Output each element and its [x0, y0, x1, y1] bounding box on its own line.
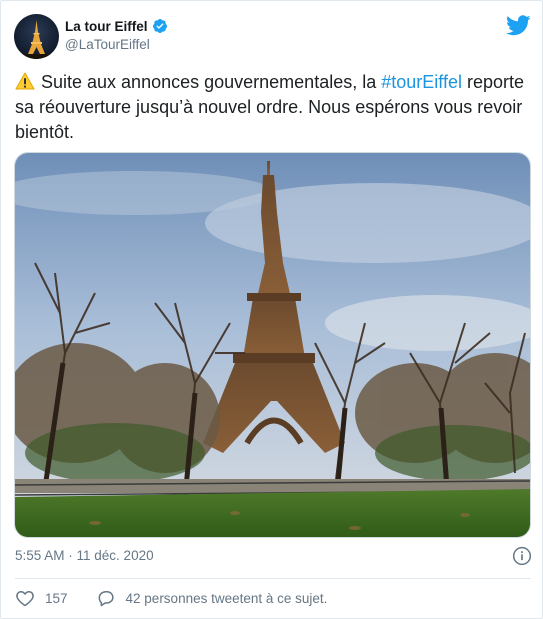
info-icon[interactable]	[512, 546, 532, 566]
tweet-timestamp[interactable]: 5:55 AM · 11 déc. 2020	[15, 548, 154, 563]
conversation-link[interactable]: 42 personnes tweetent à ce sujet.	[96, 588, 328, 608]
hashtag-link[interactable]: #tourEiffel	[381, 72, 462, 92]
name-row: La tour Eiffel	[65, 18, 168, 34]
like-count: 157	[45, 590, 68, 606]
warning-emoji-icon	[15, 72, 35, 90]
tweet-text-part-1: Suite aux annonces gouvernementales, la	[41, 72, 382, 92]
heart-icon	[16, 591, 34, 607]
avatar-image	[14, 14, 59, 59]
tweet-text: Suite aux annonces gouvernementales, la …	[15, 70, 525, 145]
avatar[interactable]	[14, 14, 59, 59]
comment-icon	[98, 591, 114, 607]
tweet-actions: 157 42 personnes tweetent à ce sujet.	[15, 588, 327, 608]
twitter-bird-icon[interactable]	[506, 15, 531, 36]
eiffel-tower-photo	[15, 153, 530, 537]
handle[interactable]: @LaTourEiffel	[65, 37, 150, 52]
tweet-photo[interactable]	[14, 152, 531, 538]
divider	[15, 578, 531, 579]
like-button[interactable]: 157	[15, 588, 68, 608]
tweet-card: La tour Eiffel @LaTourEiffel Suite aux a…	[0, 0, 543, 619]
verified-icon	[152, 19, 167, 33]
display-name[interactable]: La tour Eiffel	[65, 19, 148, 34]
conversation-text: 42 personnes tweetent à ce sujet.	[125, 590, 328, 606]
